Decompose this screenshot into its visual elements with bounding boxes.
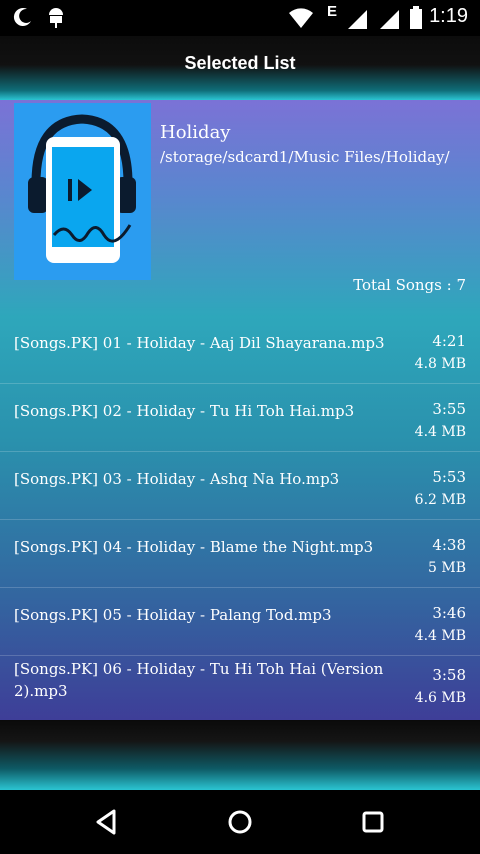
navigation-bar [0,790,480,854]
song-size: 4.8 MB [414,356,466,372]
song-row[interactable]: [Songs.PK] 01 - Holiday - Aaj Dil Shayar… [0,316,480,384]
album-art [14,103,151,280]
moon-icon [13,8,32,27]
song-size: 4.4 MB [414,628,466,644]
bottom-bar [0,720,480,790]
signal-icon [348,10,367,29]
song-size: 4.6 MB [414,690,466,706]
song-name: [Songs.PK] 03 - Holiday - Ashq Na Ho.mp3 [14,470,340,488]
home-icon[interactable] [218,800,262,844]
song-name: [Songs.PK] 02 - Holiday - Tu Hi Toh Hai.… [14,402,355,420]
song-row[interactable]: [Songs.PK] 03 - Holiday - Ashq Na Ho.mp3… [0,452,480,520]
wifi-icon [289,8,313,28]
song-row[interactable]: [Songs.PK] 04 - Holiday - Blame the Nigh… [0,520,480,588]
song-duration: 4:38 [432,536,466,554]
song-duration: 3:55 [432,400,466,418]
song-row[interactable]: [Songs.PK] 06 - Holiday - Tu Hi Toh Hai … [0,656,480,720]
song-duration: 5:53 [432,468,466,486]
song-duration: 3:58 [432,666,466,684]
recents-icon[interactable] [351,800,395,844]
title-bar: Selected List [0,36,480,100]
headphones-phone-icon [28,114,136,263]
network-type-label: E [327,3,338,20]
song-row[interactable]: [Songs.PK] 05 - Holiday - Palang Tod.mp3… [0,588,480,656]
android-debug-icon [49,8,63,28]
song-size: 6.2 MB [414,492,466,508]
song-duration: 3:46 [432,604,466,622]
song-duration: 4:21 [432,332,466,350]
status-time: 1:19 [429,5,468,27]
album-path: /storage/sdcard1/Music Files/Holiday/ [160,148,450,166]
status-bar: E 1:19 [0,0,480,36]
battery-icon [410,6,422,29]
song-name: [Songs.PK] 01 - Holiday - Aaj Dil Shayar… [14,334,385,352]
song-name: [Songs.PK] 06 - Holiday - Tu Hi Toh Hai … [14,660,384,700]
song-size: 5 MB [428,560,466,576]
page-title: Selected List [184,53,296,73]
back-icon[interactable] [85,800,129,844]
signal-icon-secondary [380,10,399,29]
song-list: [Songs.PK] 01 - Holiday - Aaj Dil Shayar… [0,316,480,720]
album-name: Holiday [160,122,231,143]
song-size: 4.4 MB [414,424,466,440]
song-row[interactable]: [Songs.PK] 02 - Holiday - Tu Hi Toh Hai.… [0,384,480,452]
song-name: [Songs.PK] 04 - Holiday - Blame the Nigh… [14,538,374,556]
song-name: [Songs.PK] 05 - Holiday - Palang Tod.mp3 [14,606,332,624]
total-songs: Total Songs : 7 [353,276,466,294]
content-area: Holiday /storage/sdcard1/Music Files/Hol… [0,100,480,720]
